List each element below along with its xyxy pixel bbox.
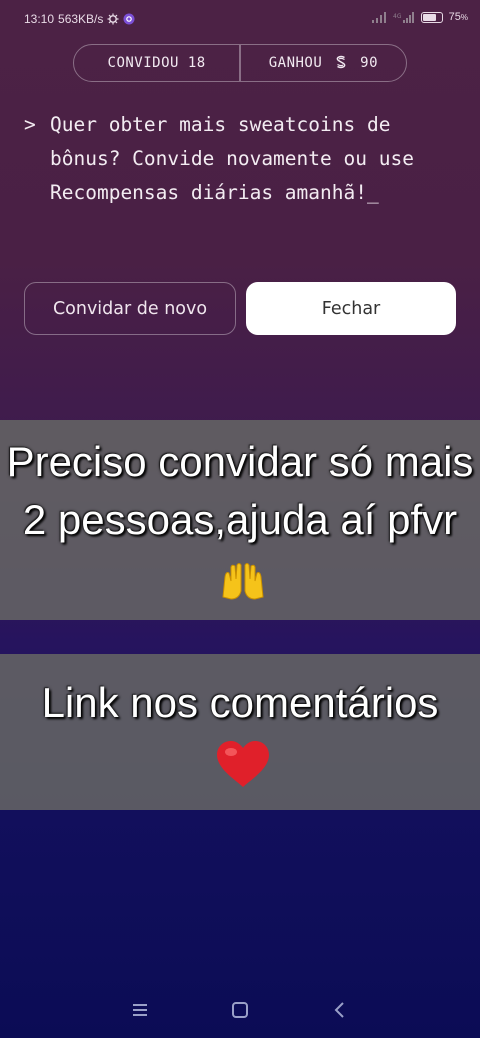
invited-count: CONVIDOU 18 — [107, 55, 206, 71]
back-icon[interactable] — [328, 998, 352, 1022]
bonus-message-text: Quer obter mais sweatcoins de bônus? Con… — [50, 113, 426, 204]
caption-2-label: Link nos comentários — [41, 679, 439, 726]
clock: 13:10 — [24, 12, 55, 26]
battery-fill — [422, 13, 436, 21]
network-speed: 563KB/s — [58, 12, 104, 26]
prompt-symbol: > — [24, 113, 36, 136]
svg-text:4G: 4G — [393, 13, 402, 20]
earned-label: GANHOU — [268, 55, 323, 71]
caption-2-text: Link nos comentários — [40, 674, 440, 790]
video-caption-2: Link nos comentários — [0, 654, 480, 810]
referral-stats: CONVIDOU 18 GANHOU 90 — [73, 44, 407, 82]
signal-icon — [371, 12, 386, 23]
bonus-message: > Quer obter mais sweatcoins de bônus? C… — [24, 108, 464, 210]
sweatcoin-icon — [336, 55, 346, 69]
settings-icon — [107, 13, 119, 25]
home-icon[interactable] — [228, 998, 252, 1022]
system-nav-bar — [0, 990, 480, 1030]
video-caption-1: Preciso convidar só mais 2 pessoas,ajuda… — [0, 420, 480, 620]
caption-1-text: Preciso convidar só mais 2 pessoas,ajuda… — [0, 433, 480, 607]
raised-hands-icon — [222, 562, 264, 600]
recent-apps-icon[interactable] — [128, 998, 152, 1022]
status-bar: 13:10 563KB/s 4G 75% — [0, 0, 480, 40]
caption-1-label: Preciso convidar só mais 2 pessoas,ajuda… — [6, 438, 474, 543]
close-button[interactable]: Fechar — [246, 282, 456, 335]
earned-value: 90 — [360, 55, 379, 71]
battery-percent-value: 75 — [448, 11, 461, 23]
earned-count: GANHOU 90 — [241, 55, 406, 71]
battery-percent: 75% — [448, 11, 468, 23]
status-left: 13:10 563KB/s — [24, 12, 135, 26]
red-heart-icon — [217, 740, 269, 787]
status-right: 4G 75% — [371, 11, 468, 23]
app-notification-icon — [123, 13, 135, 25]
invite-again-button[interactable]: Convidar de novo — [24, 282, 236, 335]
signal-2-icon: 4G — [393, 12, 414, 23]
battery-icon — [420, 11, 443, 23]
